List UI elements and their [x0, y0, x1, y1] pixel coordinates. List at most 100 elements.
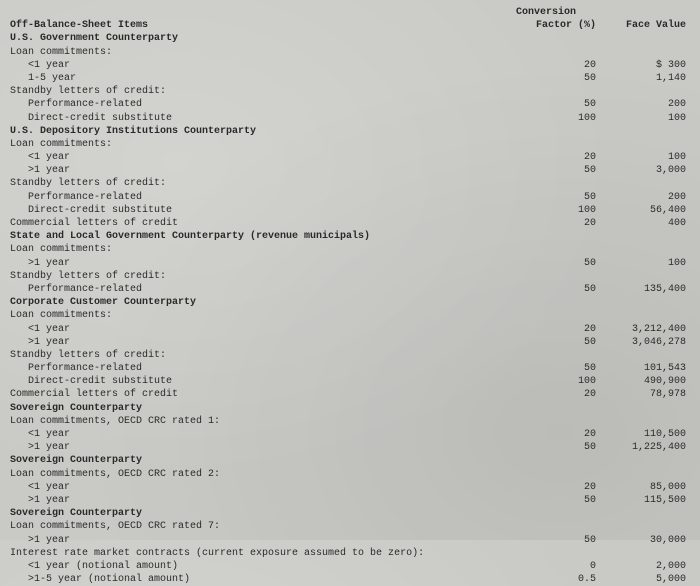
row-face-value: 3,212,400 — [596, 323, 686, 336]
row-label: Loan commitments: — [10, 46, 516, 59]
row-face-value: 200 — [596, 98, 686, 111]
row-conversion: 50 — [516, 494, 596, 507]
table-row: Performance-related50200 — [10, 98, 686, 111]
table-row: Standby letters of credit: — [10, 349, 686, 362]
row-label: Sovereign Counterparty — [10, 402, 516, 415]
row-label: Standby letters of credit: — [10, 270, 516, 283]
table-row: Loan commitments: — [10, 46, 686, 59]
table-row: Loan commitments, OECD CRC rated 2: — [10, 468, 686, 481]
row-face-value: 85,000 — [596, 481, 686, 494]
row-face-value: 78,978 — [596, 388, 686, 401]
row-label: Standby letters of credit: — [10, 85, 516, 98]
table-row: Direct-credit substitute100490,900 — [10, 375, 686, 388]
row-conversion: 50 — [516, 72, 596, 85]
row-label: >1 year — [10, 164, 516, 177]
row-conversion: 50 — [516, 362, 596, 375]
row-face-value: 1,225,400 — [596, 441, 686, 454]
table-row: Interest rate market contracts (current … — [10, 547, 686, 560]
row-conversion: 50 — [516, 441, 596, 454]
row-conversion: 0 — [516, 560, 596, 573]
row-label: Performance-related — [10, 98, 516, 111]
table-row: Commercial letters of credit20400 — [10, 217, 686, 230]
row-face-value: 5,000 — [596, 573, 686, 586]
row-face-value: 490,900 — [596, 375, 686, 388]
row-label: >1 year — [10, 441, 516, 454]
row-conversion: 50 — [516, 534, 596, 547]
table-row: >1 year503,000 — [10, 164, 686, 177]
table-row: >1 year50100 — [10, 257, 686, 270]
row-face-value: 200 — [596, 191, 686, 204]
table-row: Loan commitments: — [10, 243, 686, 256]
row-conversion: 50 — [516, 283, 596, 296]
row-face-value: 115,500 — [596, 494, 686, 507]
header-conversion-line2: Factor (%) — [516, 19, 596, 32]
table-row: 1-5 year501,140 — [10, 72, 686, 85]
row-label: >1 year — [10, 336, 516, 349]
row-label: Standby letters of credit: — [10, 349, 516, 362]
row-label: <1 year — [10, 323, 516, 336]
row-face-value: 101,543 — [596, 362, 686, 375]
row-conversion: 50 — [516, 257, 596, 270]
table-row: Loan commitments, OECD CRC rated 1: — [10, 415, 686, 428]
row-label: >1 year — [10, 257, 516, 270]
row-label: >1 year — [10, 494, 516, 507]
table-row: >1 year50115,500 — [10, 494, 686, 507]
table-row: <1 year20100 — [10, 151, 686, 164]
row-conversion: 20 — [516, 428, 596, 441]
row-face-value: 135,400 — [596, 283, 686, 296]
row-conversion: 50 — [516, 164, 596, 177]
row-label: Interest rate market contracts (current … — [10, 547, 516, 560]
table-row: Sovereign Counterparty — [10, 507, 686, 520]
row-label: <1 year — [10, 428, 516, 441]
table-row: >1 year503,046,278 — [10, 336, 686, 349]
row-label: <1 year (notional amount) — [10, 560, 516, 573]
row-face-value: 100 — [596, 257, 686, 270]
table-row: Sovereign Counterparty — [10, 402, 686, 415]
row-label: Loan commitments: — [10, 138, 516, 151]
table-row: <1 year (notional amount)02,000 — [10, 560, 686, 573]
table-row: Loan commitments: — [10, 138, 686, 151]
header-row-2: Off-Balance-Sheet ItemsFactor (%)Face Va… — [10, 19, 686, 32]
header-items: Off-Balance-Sheet Items — [10, 19, 516, 32]
row-label: 1-5 year — [10, 72, 516, 85]
table-row: Loan commitments: — [10, 309, 686, 322]
table-row: <1 year203,212,400 — [10, 323, 686, 336]
table-row: <1 year20110,500 — [10, 428, 686, 441]
header-face-value: Face Value — [596, 19, 686, 32]
row-label: Commercial letters of credit — [10, 217, 516, 230]
row-label: Performance-related — [10, 283, 516, 296]
table-row: Performance-related50135,400 — [10, 283, 686, 296]
row-face-value: 3,046,278 — [596, 336, 686, 349]
row-conversion: 50 — [516, 98, 596, 111]
row-label: Direct-credit substitute — [10, 204, 516, 217]
table-row: Loan commitments, OECD CRC rated 7: — [10, 520, 686, 533]
row-label: <1 year — [10, 59, 516, 72]
row-conversion: 20 — [516, 151, 596, 164]
row-conversion: 100 — [516, 204, 596, 217]
row-label: <1 year — [10, 151, 516, 164]
row-label: Loan commitments: — [10, 243, 516, 256]
row-label: Performance-related — [10, 191, 516, 204]
row-face-value: 100 — [596, 151, 686, 164]
table-row: Direct-credit substitute10056,400 — [10, 204, 686, 217]
table-row: Corporate Customer Counterparty — [10, 296, 686, 309]
row-face-value: 400 — [596, 217, 686, 230]
table-row: <1 year20$ 300 — [10, 59, 686, 72]
table-row: Sovereign Counterparty — [10, 454, 686, 467]
row-label: Standby letters of credit: — [10, 177, 516, 190]
table-row: U.S. Government Counterparty — [10, 32, 686, 45]
row-conversion: 20 — [516, 217, 596, 230]
table-row: Commercial letters of credit2078,978 — [10, 388, 686, 401]
row-label: Direct-credit substitute — [10, 112, 516, 125]
row-face-value: 30,000 — [596, 534, 686, 547]
row-label: Loan commitments: — [10, 309, 516, 322]
off-balance-sheet-table: ConversionOff-Balance-Sheet ItemsFactor … — [10, 6, 686, 586]
row-label: Performance-related — [10, 362, 516, 375]
row-conversion: 20 — [516, 388, 596, 401]
header-row-1: Conversion — [10, 6, 686, 19]
row-face-value: 56,400 — [596, 204, 686, 217]
row-label: Loan commitments, OECD CRC rated 2: — [10, 468, 516, 481]
row-face-value: 2,000 — [596, 560, 686, 573]
row-label: >1-5 year (notional amount) — [10, 573, 516, 586]
row-face-value: 100 — [596, 112, 686, 125]
